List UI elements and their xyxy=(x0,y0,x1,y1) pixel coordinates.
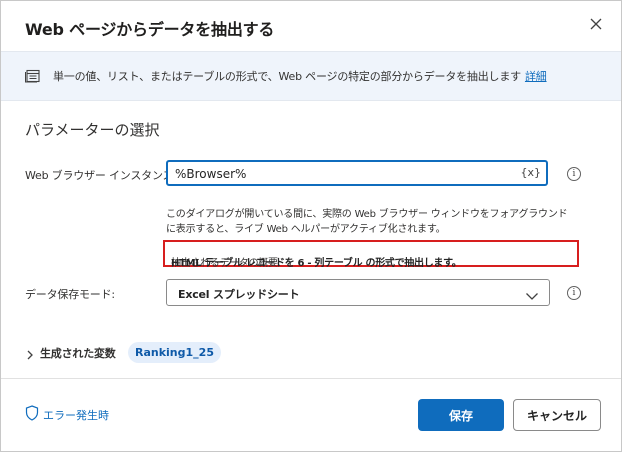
section-title: パラメーターの選択 xyxy=(25,121,160,139)
generated-variables-label: 生成された変数 xyxy=(40,347,116,360)
live-helper-description: このダイアログが開いている間に、実際の Web ブラウザー ウィンドウをフォアグ… xyxy=(166,209,568,235)
summary-detail: HTML テーブル レコードを 6 - 列テーブル の形式で抽出します。 xyxy=(171,258,462,269)
chevron-right-icon[interactable] xyxy=(25,346,35,365)
browser-instance-input[interactable]: %Browser% {x} xyxy=(166,160,548,186)
storage-mode-select[interactable]: Excel スプレッドシート xyxy=(166,279,550,306)
footer-divider xyxy=(1,378,621,379)
on-error-label: エラー発生時 xyxy=(43,409,109,422)
browser-instance-label: Web ブラウザー インスタンス: xyxy=(25,169,177,182)
storage-mode-label: データ保存モード: xyxy=(25,288,115,301)
shield-icon xyxy=(25,405,39,425)
info-description: 単一の値、リスト、またはテーブルの形式で、Web ページの特定の部分からデータを… xyxy=(53,70,521,83)
storage-mode-value: Excel スプレッドシート xyxy=(178,288,300,301)
dialog-title: Web ページからデータを抽出する xyxy=(25,20,275,39)
variable-chip[interactable]: Ranking1_25 xyxy=(128,342,221,363)
info-circle-icon[interactable] xyxy=(567,167,581,181)
close-icon[interactable] xyxy=(585,13,607,35)
action-info-icon xyxy=(25,68,41,87)
extract-data-dialog: Web ページからデータを抽出する 単一の値、リスト、またはテーブルの形式で、W… xyxy=(0,0,622,452)
save-button[interactable]: 保存 xyxy=(418,399,504,431)
info-circle-icon[interactable] xyxy=(567,286,581,300)
chevron-down-icon xyxy=(525,287,539,306)
cancel-button[interactable]: キャンセル xyxy=(513,399,601,431)
variable-picker-button[interactable]: {x} xyxy=(520,166,541,179)
browser-instance-value: %Browser% xyxy=(175,167,247,181)
details-link[interactable]: 詳細 xyxy=(525,70,547,83)
info-text: 単一の値、リスト、またはテーブルの形式で、Web ページの特定の部分からデータを… xyxy=(53,68,547,84)
extraction-summary: 抽出されるデータの概要: HTML テーブル レコードを 6 - 列テーブル の… xyxy=(163,240,579,269)
info-bar: 単一の値、リスト、またはテーブルの形式で、Web ページの特定の部分からデータを… xyxy=(1,51,621,101)
